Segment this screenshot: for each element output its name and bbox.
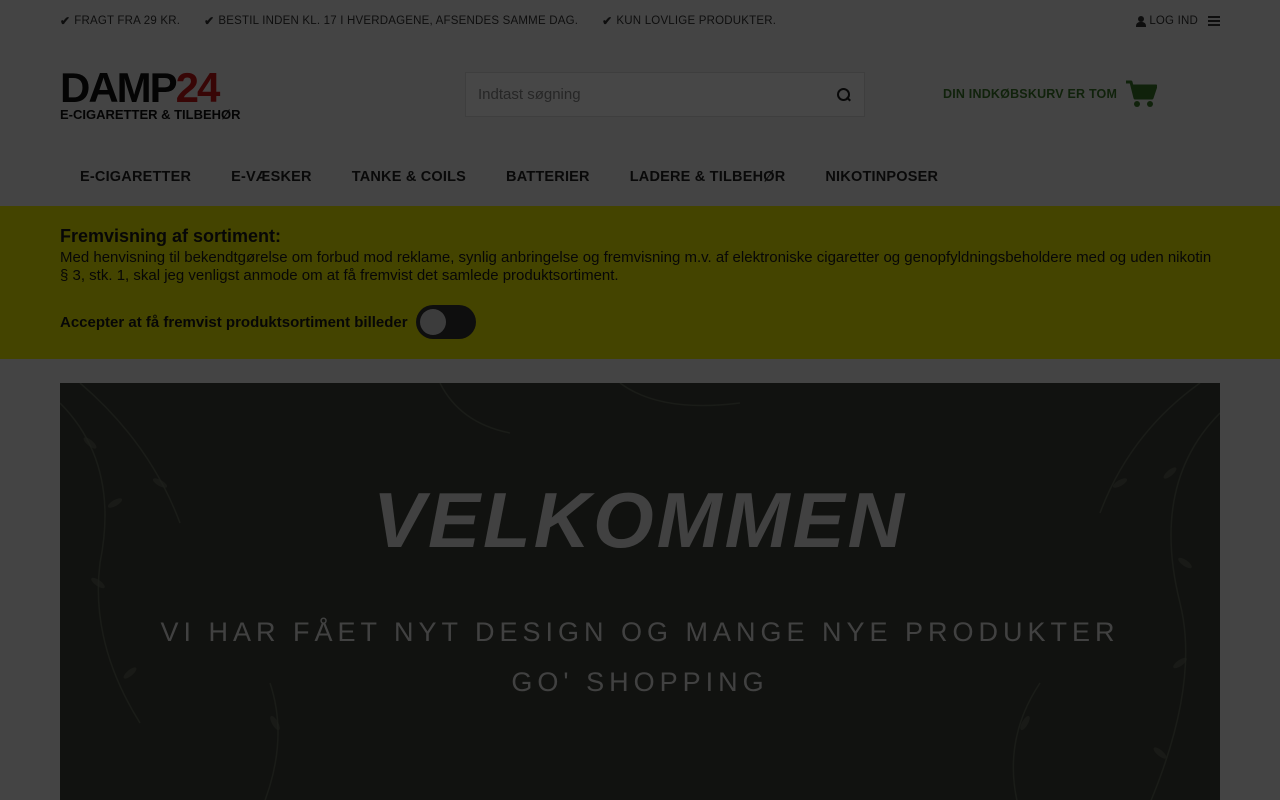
nav-item-tanke-coils[interactable]: TANKE & COILS xyxy=(332,169,486,185)
toggle-knob xyxy=(419,309,446,335)
check-icon: ✔ xyxy=(60,14,71,28)
usp-label: FRAGT FRA 29 KR. xyxy=(74,15,181,27)
usp-label: BESTIL INDEN KL. 17 I HVERDAGENE, AFSEND… xyxy=(218,15,579,27)
accept-label: Accepter at få fremvist produktsortiment… xyxy=(60,313,408,331)
top-bar: ✔ FRAGT FRA 29 KR. ✔ BESTIL INDEN KL. 17 I… xyxy=(0,0,1280,42)
logo-wordmark: DAMP24 xyxy=(60,64,221,111)
cart-link[interactable]: DIN INDKØBSKURV ER TOM xyxy=(943,80,1158,108)
nav-item-ladere-tilbehoer[interactable]: LADERE & TILBEHØR xyxy=(610,169,806,185)
logo[interactable]: DAMP24 E-CIGARETTER & TILBEHØR xyxy=(60,67,290,125)
logo-text: DAMP xyxy=(60,64,178,111)
check-icon: ✔ xyxy=(204,14,215,28)
menu-icon[interactable] xyxy=(1208,16,1220,26)
main-nav: E-CIGARETTER E-VÆSKER TANKE & COILS BATT… xyxy=(0,147,1280,206)
logo-tagline: E-CIGARETTER & TILBEHØR xyxy=(60,107,241,122)
accept-row: Accepter at få fremvist produktsortiment… xyxy=(60,305,1220,339)
usp-list: ✔ FRAGT FRA 29 KR. ✔ BESTIL INDEN KL. 17 I… xyxy=(60,14,776,28)
notice-title: Fremvisning af sortiment: xyxy=(60,226,282,246)
nav-item-e-cigaretter[interactable]: E-CIGARETTER xyxy=(60,169,211,185)
welcome-banner[interactable]: VELKOMMEN VI HAR FÅET NYT DESIGN OG MANG… xyxy=(60,383,1220,800)
usp-item: ✔ FRAGT FRA 29 KR. xyxy=(60,14,180,28)
banner-title: VELKOMMEN xyxy=(373,476,907,564)
nav-item-nikotinposer[interactable]: NIKOTINPOSER xyxy=(805,169,958,185)
login-link[interactable]: LOG IND xyxy=(1136,15,1198,27)
notice-text: Med henvisning til bekendtgørelse om for… xyxy=(60,249,1212,284)
user-icon xyxy=(1136,15,1147,27)
display-notice: Fremvisning af sortiment: Med henvisning… xyxy=(0,206,1280,359)
nav-item-e-vaesker[interactable]: E-VÆSKER xyxy=(211,169,332,185)
usp-item: ✔ KUN LOVLIGE PRODUKTER. xyxy=(602,14,776,28)
search-icon xyxy=(837,87,851,102)
search-button[interactable] xyxy=(824,73,864,116)
search-input[interactable] xyxy=(466,73,824,116)
cart-label: DIN INDKØBSKURV ER TOM xyxy=(943,87,1118,101)
foliage-decoration xyxy=(60,383,1220,800)
top-right-actions: LOG IND xyxy=(1136,15,1220,27)
accept-toggle[interactable] xyxy=(415,305,476,339)
cart-icon xyxy=(1125,80,1158,108)
login-label: LOG IND xyxy=(1149,15,1198,27)
search-box xyxy=(465,72,865,117)
banner-subtitle-2: GO' SHOPPING xyxy=(511,667,769,697)
site-header: DAMP24 E-CIGARETTER & TILBEHØR DIN INDKØ… xyxy=(0,42,1280,147)
banner-subtitle: VI HAR FÅET NYT DESIGN OG MANGE NYE PROD… xyxy=(160,617,1120,647)
logo-number: 24 xyxy=(175,64,221,111)
usp-label: KUN LOVLIGE PRODUKTER. xyxy=(616,15,777,27)
nav-item-batterier[interactable]: BATTERIER xyxy=(486,169,610,185)
check-icon: ✔ xyxy=(602,14,613,28)
usp-item: ✔ BESTIL INDEN KL. 17 I HVERDAGENE, AFSEN… xyxy=(204,14,578,28)
